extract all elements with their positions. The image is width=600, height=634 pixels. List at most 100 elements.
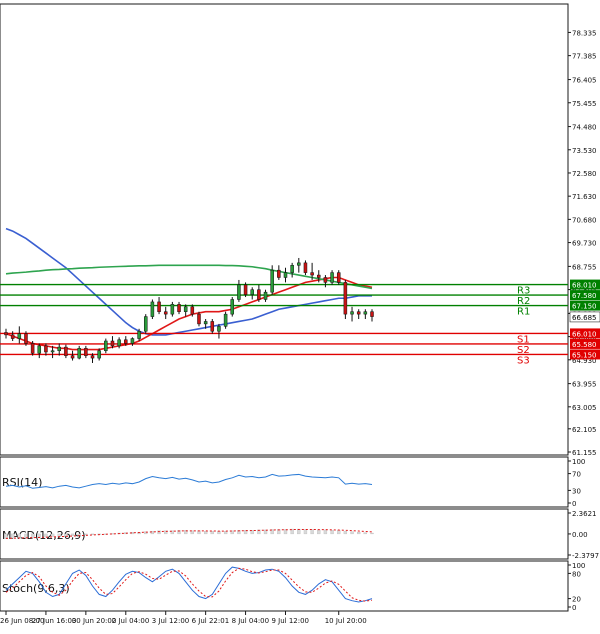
macd-histogram-bar (11, 533, 15, 539)
candle-body (157, 301, 161, 312)
macd-histogram-bar (217, 531, 221, 535)
candle-body (177, 304, 181, 312)
level-price-label: 65.150 (572, 351, 597, 359)
macd-axis: 2.3621 0.00 -2.3797 (568, 510, 599, 560)
macd-panel: MACD(12,26,9) 2.36210.00-2.3797 (0, 508, 599, 560)
price-tick-label: 70.680 (572, 216, 597, 224)
candle-body (336, 272, 341, 283)
rsi-tick-label: 0 (572, 500, 576, 508)
candle-body (370, 311, 374, 317)
candle-body (70, 355, 75, 359)
candle-body (50, 350, 55, 353)
macd-histogram-bar (330, 530, 334, 535)
price-tick-label: 63.955 (572, 381, 597, 389)
price-tick-label: 78.335 (572, 29, 597, 37)
candle-body (243, 284, 248, 295)
stoch-tick-label: 20 (572, 596, 581, 604)
candle-body (230, 299, 235, 315)
rsi-panel: RSI(14) 100 70 30 0 (0, 456, 585, 508)
level-price-label: 67.150 (572, 303, 597, 311)
level-price-label: 67.580 (572, 292, 597, 300)
candle-body (77, 348, 81, 359)
macd-histogram-bar (70, 533, 75, 536)
chart-window: 78.335 77.385 76.405 75.455 74.480 73.530 72.5… (0, 0, 600, 630)
price-tick-label: 63.005 (572, 404, 597, 412)
time-tick-label: 30 Jun 20:00 (72, 617, 116, 625)
macd-histogram-bar (317, 529, 321, 535)
candle-body (363, 311, 368, 315)
macd-histogram-bar (363, 532, 367, 535)
candle-body (183, 306, 188, 312)
candle-body (37, 345, 42, 354)
macd-histogram-bar (77, 533, 81, 536)
rsi-axis: 100 70 30 0 (568, 458, 585, 508)
candle-body (24, 333, 28, 344)
level-price-label: 66.010 (572, 330, 597, 338)
rsi-panel-frame (0, 456, 569, 508)
time-tick-label: 10 Jul 20:00 (325, 617, 367, 625)
stoch-tick-label: 0 (572, 604, 576, 612)
price-tick-label: 73.530 (572, 147, 597, 155)
candle-body (163, 311, 168, 315)
macd-histogram-bar (203, 531, 208, 535)
rsi-title: RSI(14) (2, 476, 42, 489)
level-name-s2: S2 (517, 345, 530, 356)
candle-body (250, 289, 254, 295)
macd-histogram-bar (357, 532, 361, 535)
rsi-tick-label: 70 (572, 471, 581, 479)
candle-body (170, 304, 175, 315)
price-panel-frame (0, 3, 569, 456)
price-tick-label: 61.155 (572, 449, 597, 457)
candle-body (30, 343, 35, 354)
candle-body (44, 345, 48, 353)
stoch-panel: Stoch(9,6,3) 10080200 (0, 560, 585, 612)
price-tick-label: 68.755 (572, 263, 597, 271)
candle-body (203, 321, 208, 325)
candle-body (277, 269, 281, 278)
candle-body (4, 332, 8, 336)
level-name-s3: S3 (517, 355, 530, 366)
macd-histogram-bar (64, 533, 68, 537)
stoch-panel-frame (0, 560, 569, 612)
candle-body (270, 269, 274, 293)
candle-body (237, 284, 241, 300)
candle-body (104, 340, 108, 352)
rsi-tick-label: 30 (572, 487, 581, 495)
candle-body (64, 346, 68, 356)
candle-body (117, 339, 121, 347)
current-price-label: 66.685 (572, 314, 597, 322)
candle-body (210, 321, 215, 332)
price-tick-label: 76.405 (572, 77, 597, 85)
candle-body (283, 272, 288, 278)
candle-body (343, 282, 348, 315)
macd-histogram-bar (50, 533, 55, 537)
macd-histogram-bar (44, 533, 48, 538)
time-tick-label: 2 Jul 04:00 (112, 617, 150, 625)
time-tick-label: 9 Jul 12:00 (271, 617, 309, 625)
level-price-label: 65.580 (572, 341, 597, 349)
candle-body (124, 339, 128, 344)
price-tick-label: 71.630 (572, 193, 597, 201)
candle-body (303, 262, 308, 273)
candle-body (217, 326, 221, 332)
candle-body (97, 350, 101, 359)
macd-tick-label: -2.3797 (572, 552, 599, 560)
level-name-r1: R1 (517, 307, 530, 318)
macd-histogram-bar (337, 530, 341, 535)
macd-histogram-bar (84, 533, 88, 535)
candle-body (350, 311, 354, 315)
level-name-r3: R3 (517, 286, 530, 297)
chart-canvas: 78.335 77.385 76.405 75.455 74.480 73.530 72.5… (0, 3, 600, 625)
stoch-tick-label: 80 (572, 570, 581, 578)
candle-body (137, 330, 141, 339)
candle-body (17, 333, 22, 339)
macd-histogram-bar (370, 532, 374, 535)
time-tick-label: 8 Jul 04:00 (232, 617, 270, 625)
candle-body (57, 346, 61, 352)
candle-body (84, 348, 88, 356)
macd-tick-label: 2.3621 (572, 510, 597, 518)
price-tick-label: 62.105 (572, 426, 597, 434)
macd-histogram-bar (350, 531, 354, 535)
candle-body (263, 291, 268, 300)
macd-tick-label: 0.00 (572, 531, 588, 539)
